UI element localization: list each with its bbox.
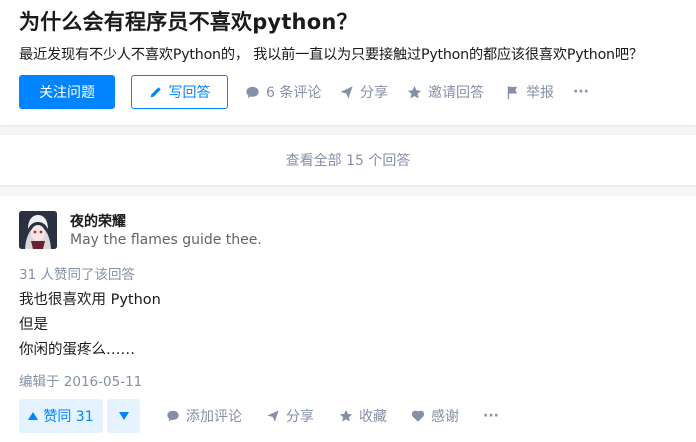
comment-icon xyxy=(246,86,259,98)
share-icon xyxy=(340,85,353,99)
avatar-image xyxy=(19,211,57,249)
answer-line: 我也很喜欢用 Python xyxy=(19,292,161,308)
question-card: 为什么会有程序员不喜欢python？ 最近发现有不少人不喜欢Python的， 我… xyxy=(0,0,696,125)
star-icon xyxy=(339,409,353,422)
author-bio: May the flames guide thee. xyxy=(70,232,262,248)
answer-more-button[interactable]: ··· xyxy=(483,399,499,433)
voters-count[interactable]: 31 人赞同了该回答 xyxy=(19,263,135,283)
question-more-button[interactable]: ··· xyxy=(573,75,589,109)
invite-answer-label: 邀请回答 xyxy=(428,85,484,101)
report-button[interactable]: 举报 xyxy=(505,75,554,109)
avatar[interactable] xyxy=(19,211,57,249)
comments-label: 6 条评论 xyxy=(266,85,322,101)
comments-button[interactable]: 6 条评论 xyxy=(245,75,321,109)
thanks-label: 感谢 xyxy=(431,409,459,425)
invite-answer-button[interactable]: 邀请回答 xyxy=(407,75,484,109)
heart-icon xyxy=(411,410,425,422)
write-answer-label: 写回答 xyxy=(168,85,211,101)
edited-date[interactable]: 编辑于 2016-05-11 xyxy=(19,370,142,390)
answer-line: 你闲的蛋疼么…… xyxy=(19,342,135,358)
share-answer-label: 分享 xyxy=(286,409,314,425)
comment-icon xyxy=(167,410,179,422)
upvote-button[interactable]: 赞同 31 xyxy=(19,399,103,433)
answer-more-label: ··· xyxy=(483,408,499,424)
author-name[interactable]: 夜的荣耀 xyxy=(70,211,126,231)
flag-icon xyxy=(507,85,518,99)
view-all-label: 查看全部 15 个回答 xyxy=(285,153,411,169)
add-comment-label: 添加评论 xyxy=(186,409,242,425)
pencil-icon xyxy=(150,87,161,98)
upvote-label: 赞同 31 xyxy=(43,409,94,425)
collect-button[interactable]: 收藏 xyxy=(339,399,387,433)
question-detail: 最近发现有不少人不喜欢Python的， 我以前一直以为只要接触过Python的都… xyxy=(19,47,643,63)
answer-line: 但是 xyxy=(19,317,48,333)
add-comment-button[interactable]: 添加评论 xyxy=(166,399,242,433)
collect-label: 收藏 xyxy=(359,409,387,425)
star-icon xyxy=(407,85,422,98)
question-more-label: ··· xyxy=(573,84,589,100)
thanks-button[interactable]: 感谢 xyxy=(411,399,459,433)
view-all-answers-button[interactable]: 查看全部 15 个回答 xyxy=(0,135,696,185)
question-title[interactable]: 为什么会有程序员不喜欢python？ xyxy=(19,6,358,36)
share-question-button[interactable]: 分享 xyxy=(339,75,388,109)
follow-question-button[interactable]: 关注问题 xyxy=(19,75,115,109)
downvote-button[interactable] xyxy=(107,399,140,433)
write-answer-button[interactable]: 写回答 xyxy=(131,75,228,109)
share-question-label: 分享 xyxy=(360,85,388,101)
answer-card: 夜的荣耀 May the flames guide thee. 31 人赞同了该… xyxy=(0,196,696,442)
report-label: 举报 xyxy=(526,85,554,101)
caret-down-icon xyxy=(118,412,129,420)
answer-content: 我也很喜欢用 Python 但是 你闲的蛋疼么…… xyxy=(19,288,161,363)
share-icon xyxy=(267,410,279,422)
share-answer-button[interactable]: 分享 xyxy=(266,399,314,433)
follow-question-label: 关注问题 xyxy=(39,85,95,101)
caret-up-icon xyxy=(28,412,39,420)
